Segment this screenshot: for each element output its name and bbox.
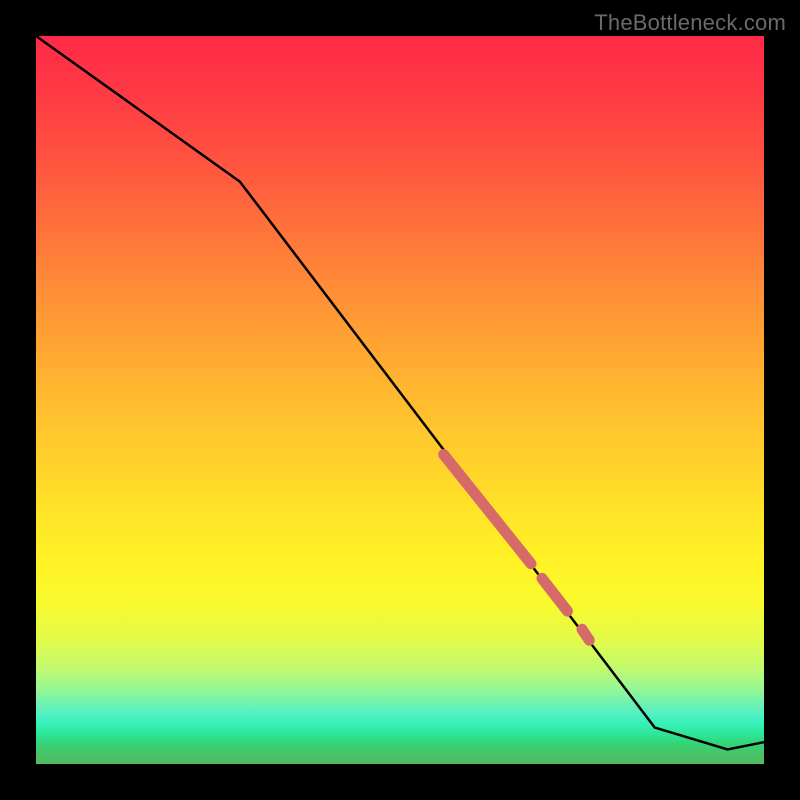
chart-container: TheBottleneck.com — [0, 0, 800, 800]
plot-area — [36, 36, 764, 764]
watermark-text: TheBottleneck.com — [594, 10, 786, 36]
heatmap-gradient — [36, 36, 764, 764]
